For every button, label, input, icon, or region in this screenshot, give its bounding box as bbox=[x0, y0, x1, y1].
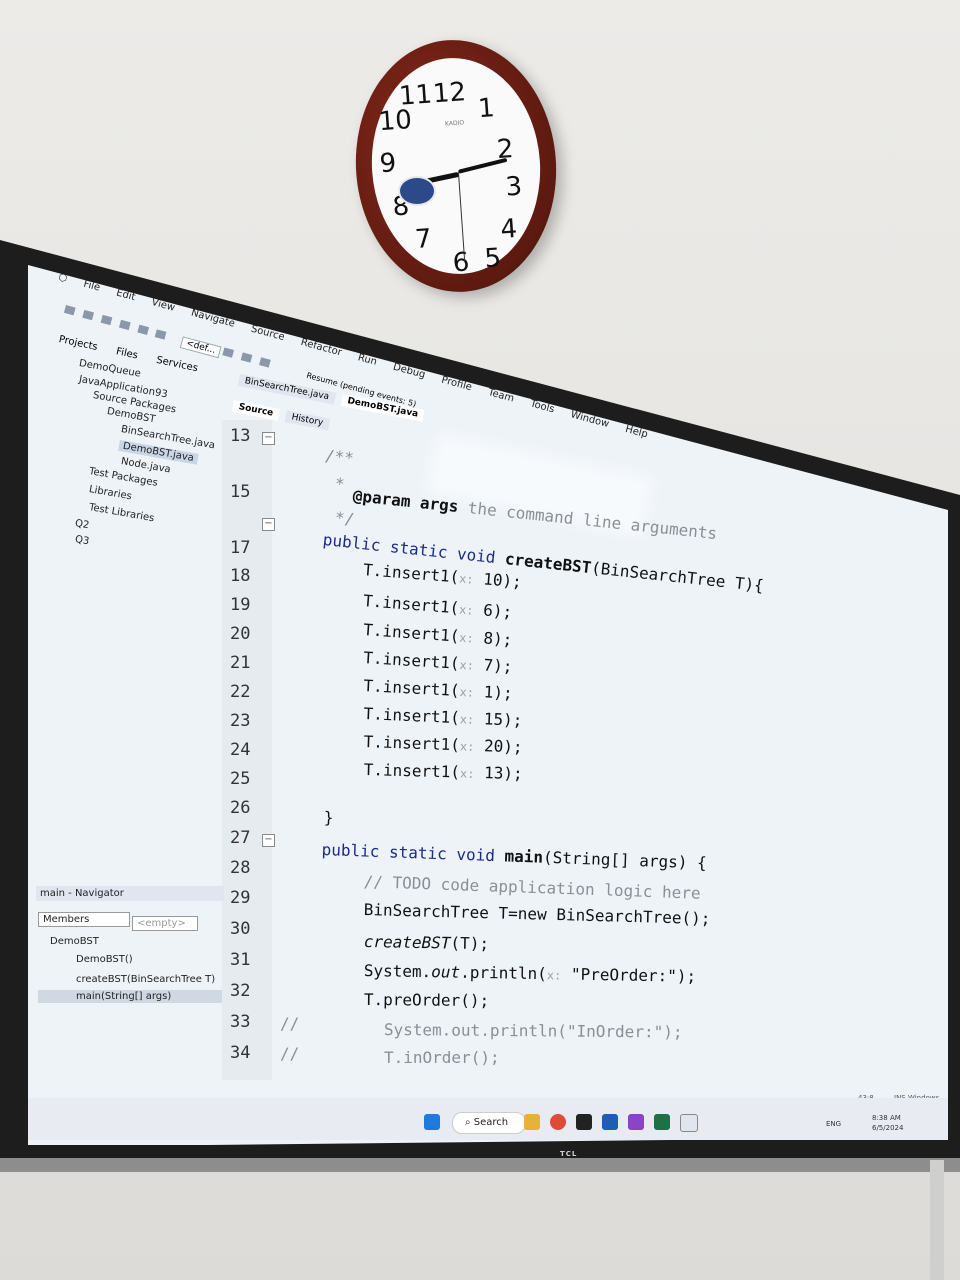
method-name: main bbox=[504, 846, 544, 867]
clock-number: 3 bbox=[504, 171, 524, 203]
netbeans-taskbar-icon[interactable] bbox=[680, 1114, 698, 1132]
excel-icon[interactable] bbox=[654, 1114, 670, 1130]
build-icon[interactable] bbox=[222, 347, 235, 358]
line-number: 34 bbox=[230, 1043, 251, 1063]
new-project-icon[interactable] bbox=[82, 309, 94, 321]
line-number: 29 bbox=[230, 888, 251, 908]
clock-number: 1 bbox=[477, 93, 496, 125]
file-explorer-icon[interactable] bbox=[524, 1114, 540, 1130]
line-number: 13 bbox=[230, 426, 251, 446]
code-line-30: createBST(T); bbox=[363, 932, 490, 954]
line-number: 27 bbox=[230, 828, 251, 848]
clock-face: 12 1 2 3 4 5 6 7 8 9 10 11 KADIO bbox=[364, 52, 548, 280]
tree-item[interactable]: Q2 bbox=[74, 518, 90, 531]
code-line-26: } bbox=[323, 808, 334, 828]
windows-start-icon[interactable] bbox=[424, 1114, 440, 1130]
wall-clock: 12 1 2 3 4 5 6 7 8 9 10 11 KADIO bbox=[347, 33, 565, 299]
fold-toggle[interactable]: − bbox=[262, 432, 275, 445]
navigator-title: main - Navigator bbox=[36, 886, 224, 901]
app-icon[interactable] bbox=[576, 1114, 592, 1130]
wall-edge bbox=[930, 1160, 944, 1280]
comment-marker: // bbox=[280, 1044, 300, 1063]
line-number: 33 bbox=[230, 1012, 251, 1032]
open-project-icon[interactable] bbox=[100, 314, 113, 326]
navigator-item[interactable]: createBST(BinSearchTree T) bbox=[76, 974, 215, 985]
line-number: 20 bbox=[230, 624, 251, 644]
code-line-33: System.out.println("InOrder:"); bbox=[383, 1020, 683, 1042]
clock-number: 5 bbox=[483, 243, 503, 275]
line-number: 17 bbox=[230, 538, 251, 558]
line-number: 22 bbox=[230, 682, 251, 702]
clock-number: 12 bbox=[431, 77, 468, 110]
navigator-item[interactable]: DemoBST bbox=[50, 936, 99, 947]
code-line-13: /** bbox=[324, 446, 355, 468]
app-l-icon[interactable] bbox=[602, 1114, 618, 1130]
code-line-34: T.inOrder(); bbox=[384, 1048, 500, 1067]
clock-brand: KADIO bbox=[444, 119, 465, 128]
line-number: 31 bbox=[230, 950, 251, 970]
chrome-icon[interactable] bbox=[550, 1114, 566, 1130]
new-file-icon[interactable] bbox=[63, 305, 76, 316]
clock-sticker bbox=[398, 176, 436, 206]
search-icon: ⌕ bbox=[465, 1117, 474, 1128]
app-icon[interactable] bbox=[628, 1114, 644, 1130]
members-select[interactable]: Members bbox=[38, 912, 130, 927]
clock-number: 6 bbox=[451, 247, 471, 279]
tree-item[interactable]: Q3 bbox=[74, 534, 90, 547]
language-indicator[interactable]: ENG bbox=[826, 1120, 841, 1128]
clock-number: 11 bbox=[397, 79, 434, 112]
line-number: 24 bbox=[230, 740, 251, 760]
tv-brand-logo: TCL bbox=[560, 1150, 578, 1158]
line-number: 25 bbox=[230, 769, 251, 789]
filter-select[interactable]: <empty> bbox=[132, 916, 198, 931]
tray-date[interactable]: 6/5/2024 bbox=[872, 1124, 903, 1132]
navigator-item[interactable]: DemoBST() bbox=[76, 954, 133, 965]
clock-number: 9 bbox=[378, 148, 398, 180]
fold-toggle[interactable]: − bbox=[262, 834, 275, 847]
save-all-icon[interactable] bbox=[118, 319, 131, 330]
tray-time[interactable]: 8:38 AM bbox=[872, 1114, 901, 1122]
clock-number: 7 bbox=[414, 223, 433, 255]
fold-toggle[interactable]: − bbox=[262, 518, 275, 531]
code-line-32: T.preOrder(); bbox=[363, 990, 490, 1011]
line-number: 32 bbox=[230, 981, 251, 1001]
line-number: 23 bbox=[230, 711, 251, 731]
line-number: 28 bbox=[230, 858, 251, 878]
undo-icon[interactable] bbox=[136, 324, 149, 335]
line-number: 21 bbox=[230, 653, 251, 673]
run-icon[interactable] bbox=[240, 352, 253, 363]
search-label: Search bbox=[473, 1117, 509, 1128]
clock-number: 4 bbox=[499, 213, 519, 246]
navigator-panel: main - Navigator Members <empty> DemoBST… bbox=[36, 886, 224, 1076]
debug-icon[interactable] bbox=[258, 357, 271, 368]
line-number: 30 bbox=[230, 919, 251, 939]
taskbar-search[interactable]: ⌕ Search bbox=[452, 1112, 526, 1134]
navigator-item-selected[interactable]: main(String[] args) bbox=[38, 990, 222, 1003]
line-number: 26 bbox=[230, 798, 251, 818]
line-number: 15 bbox=[230, 482, 251, 502]
comment-marker: // bbox=[280, 1014, 300, 1033]
netbeans-logo-icon: ⬡ bbox=[57, 272, 69, 285]
code-line-16: */ bbox=[334, 508, 356, 529]
line-number: 19 bbox=[230, 595, 251, 615]
line-number: 18 bbox=[230, 566, 251, 586]
clock-minute-hand bbox=[457, 157, 508, 174]
redo-icon[interactable] bbox=[155, 329, 167, 340]
code-line-14: * bbox=[334, 474, 346, 494]
tv-frame-bottom bbox=[0, 1158, 960, 1172]
